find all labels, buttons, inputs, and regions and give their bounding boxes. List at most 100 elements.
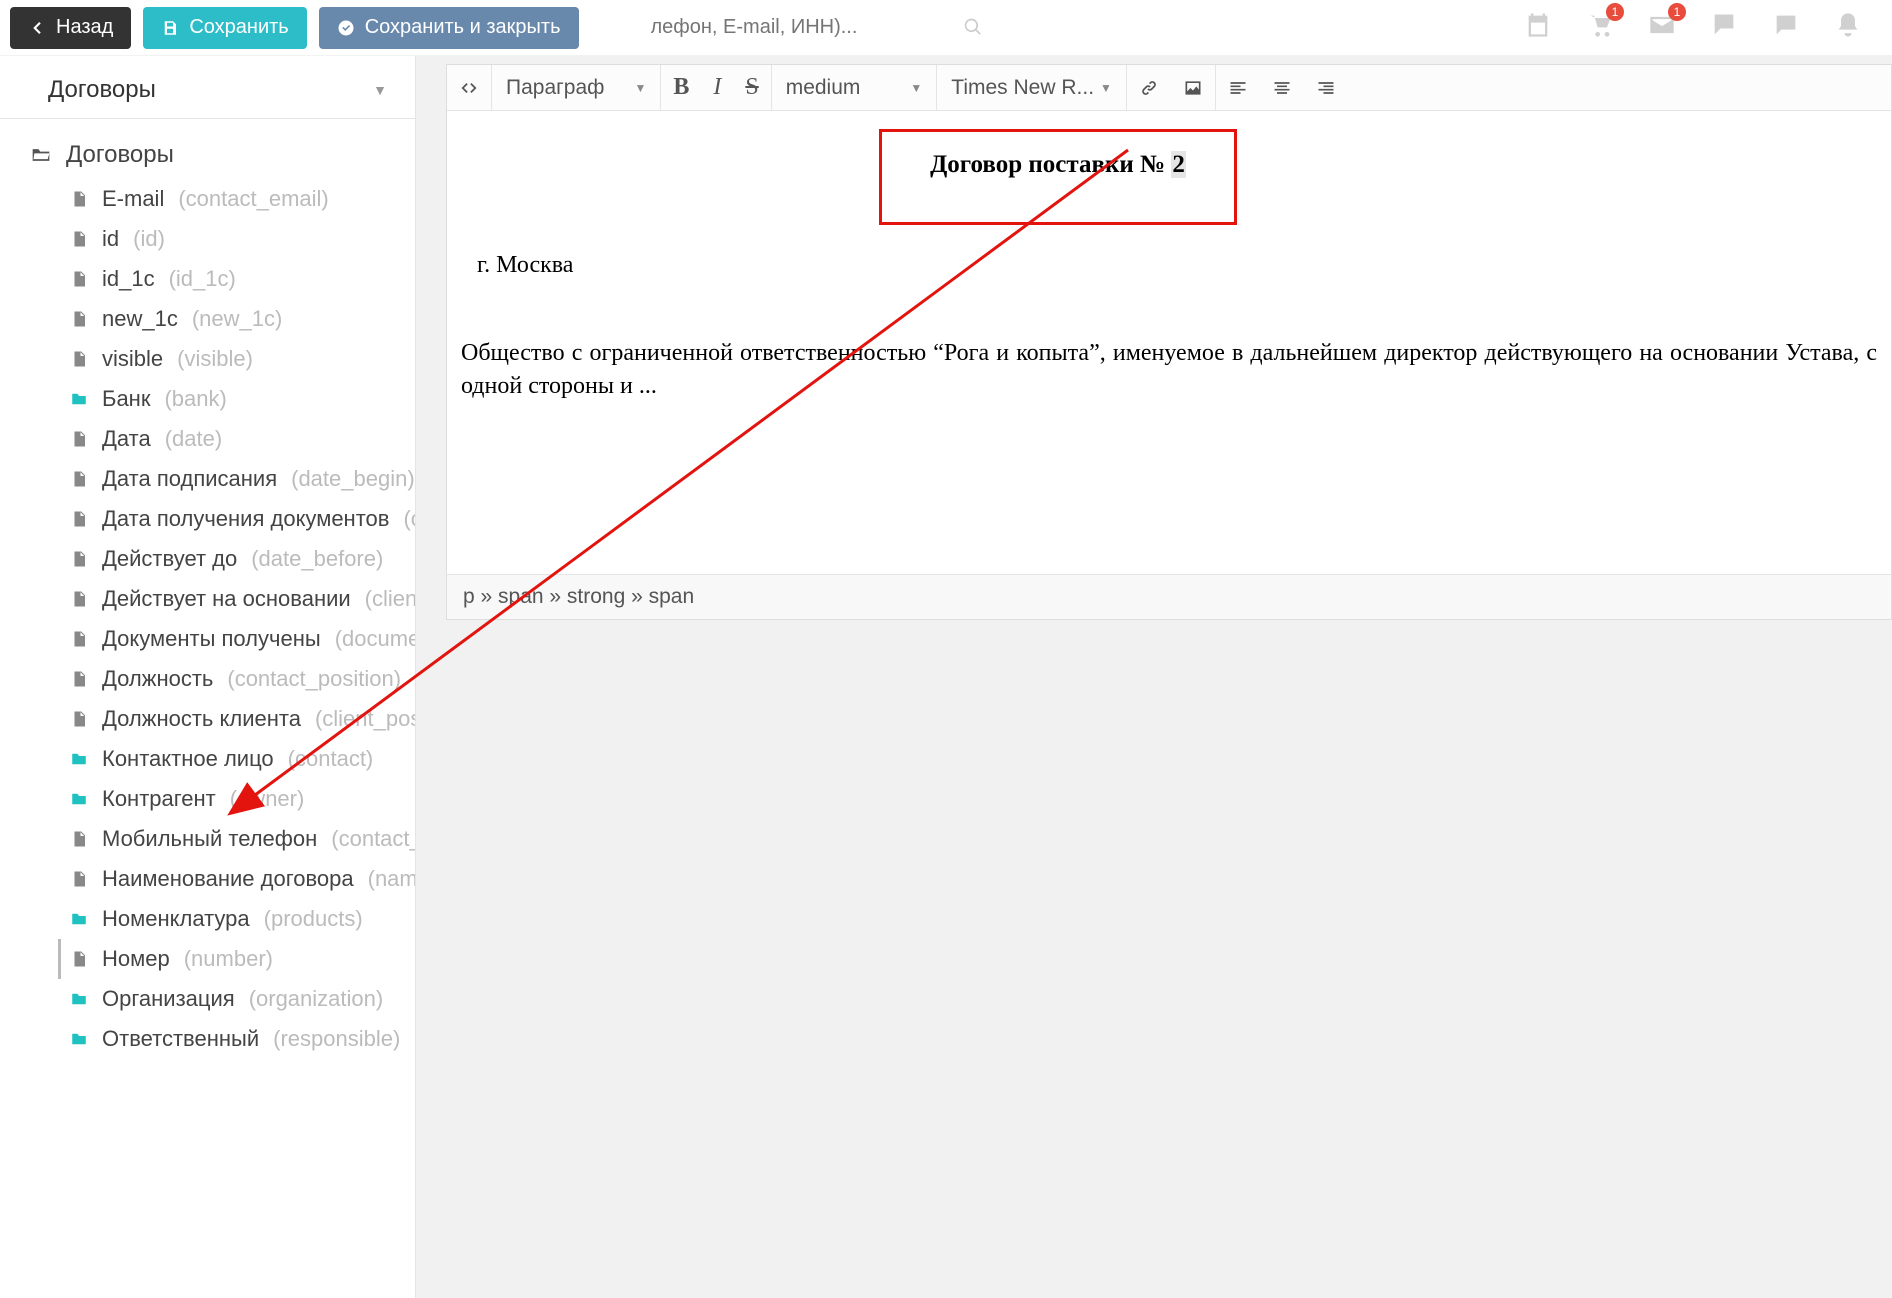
sidebar-item-code: (new_1c) bbox=[192, 305, 282, 333]
sidebar-item-code: (contact_email) bbox=[178, 185, 328, 213]
paragraph-select[interactable]: Параграф▼ bbox=[492, 76, 660, 100]
sidebar-item[interactable]: new_1c (new_1c) bbox=[0, 299, 415, 339]
sidebar-item-label: new_1c bbox=[102, 305, 178, 333]
arrow-left-icon bbox=[28, 19, 46, 37]
editor-toolbar: Параграф▼ B I S medium▼ Times New R...▼ bbox=[447, 65, 1891, 111]
sidebar-item-label: Дата получения документов bbox=[102, 505, 389, 533]
sidebar-item-code: (client_ustav) bbox=[365, 585, 416, 613]
search-icon[interactable] bbox=[963, 17, 983, 43]
sidebar-item[interactable]: Документы получены (document_obtair bbox=[0, 619, 415, 659]
sidebar-item[interactable]: E-mail (contact_email) bbox=[0, 179, 415, 219]
sidebar-item-code: (contact_position) bbox=[227, 665, 401, 693]
sidebar-item-label: id bbox=[102, 225, 119, 253]
paragraph-label: Параграф bbox=[506, 76, 604, 100]
save-close-label: Сохранить и закрыть bbox=[365, 16, 561, 39]
calendar-icon[interactable] bbox=[1524, 11, 1552, 45]
top-icons: 1 1 bbox=[1524, 11, 1862, 45]
sidebar-item-label: Должность bbox=[102, 665, 213, 693]
sidebar-item[interactable]: id_1c (id_1c) bbox=[0, 259, 415, 299]
save-close-button[interactable]: Сохранить и закрыть bbox=[319, 7, 579, 49]
align-left-button[interactable] bbox=[1216, 65, 1260, 111]
sidebar-item[interactable]: Должность клиента (client_position) bbox=[0, 699, 415, 739]
save-label: Сохранить bbox=[189, 16, 288, 39]
sidebar-item[interactable]: Номенклатура (products) bbox=[0, 899, 415, 939]
sidebar-item[interactable]: Дата подписания (date_begin) bbox=[0, 459, 415, 499]
sidebar-item[interactable]: Номер (number) bbox=[0, 939, 415, 979]
sidebar-item[interactable]: Дата получения документов (obtained_ bbox=[0, 499, 415, 539]
sidebar-item-code: (products) bbox=[264, 905, 363, 933]
document-title-box: Договор поставки № 2 bbox=[879, 129, 1237, 225]
sidebar-item-label: E-mail bbox=[102, 185, 164, 213]
sidebar-item[interactable]: visible (visible) bbox=[0, 339, 415, 379]
sidebar-item-label: Дата bbox=[102, 425, 151, 453]
sidebar-list: E-mail (contact_email)id (id)id_1c (id_1… bbox=[0, 179, 415, 1059]
sidebar-item-label: Действует на основании bbox=[102, 585, 351, 613]
sidebar-item[interactable]: Действует до (date_before) bbox=[0, 539, 415, 579]
sidebar-item-label: Контрагент bbox=[102, 785, 216, 813]
save-button[interactable]: Сохранить bbox=[143, 7, 306, 49]
sidebar-item-code: (contact_phone_mobile) bbox=[331, 825, 416, 853]
caret-icon: ▼ bbox=[910, 81, 922, 95]
sidebar-item-code: (date_before) bbox=[251, 545, 383, 573]
document-body[interactable]: Договор поставки № 2 г. Москва Общество … bbox=[447, 111, 1891, 574]
back-label: Назад bbox=[56, 16, 113, 39]
editor-area: Параграф▼ B I S medium▼ Times New R...▼ bbox=[416, 56, 1892, 1298]
sidebar-item[interactable]: Действует на основании (client_ustav) bbox=[0, 579, 415, 619]
italic-button[interactable]: I bbox=[701, 65, 733, 111]
mail-icon[interactable]: 1 bbox=[1648, 11, 1676, 45]
back-button[interactable]: Назад bbox=[10, 7, 131, 49]
editor-statusbar: p » span » strong » span bbox=[447, 574, 1891, 619]
sidebar-item-code: (owner) bbox=[230, 785, 305, 813]
font-size-label: medium bbox=[786, 76, 861, 100]
sidebar-item[interactable]: Дата (date) bbox=[0, 419, 415, 459]
sidebar-header[interactable]: Договоры ▼ bbox=[0, 68, 415, 119]
document-city: г. Москва bbox=[477, 249, 1877, 281]
bell-icon[interactable] bbox=[1834, 11, 1862, 45]
sidebar-item-label: Номер bbox=[102, 945, 170, 973]
chat-icon[interactable] bbox=[1710, 11, 1738, 45]
sidebar-item-code: (contact) bbox=[288, 745, 374, 773]
sidebar-item-code: (id) bbox=[133, 225, 165, 253]
sidebar-item[interactable]: Должность (contact_position) bbox=[0, 659, 415, 699]
code-view-button[interactable] bbox=[447, 65, 491, 111]
caret-icon: ▼ bbox=[1100, 81, 1112, 95]
align-right-button[interactable] bbox=[1304, 65, 1348, 111]
sidebar-item[interactable]: id (id) bbox=[0, 219, 415, 259]
bold-button[interactable]: B bbox=[661, 65, 701, 111]
sidebar-item-code: (date_begin) bbox=[291, 465, 415, 493]
image-button[interactable] bbox=[1171, 65, 1215, 111]
chevron-down-icon: ▼ bbox=[373, 82, 387, 98]
search-bar bbox=[651, 7, 991, 49]
sidebar-item[interactable]: Банк (bank) bbox=[0, 379, 415, 419]
sidebar-item-code: (date) bbox=[165, 425, 222, 453]
sidebar-item-code: (bank) bbox=[164, 385, 226, 413]
save-icon bbox=[161, 19, 179, 37]
font-size-select[interactable]: medium ▼ bbox=[772, 76, 937, 100]
sidebar-item-label: Дата подписания bbox=[102, 465, 277, 493]
sidebar-item-label: Должность клиента bbox=[102, 705, 301, 733]
sidebar-item-code: (responsible) bbox=[273, 1025, 400, 1053]
sidebar-item-label: Документы получены bbox=[102, 625, 321, 653]
sidebar-item[interactable]: Наименование договора (name) bbox=[0, 859, 415, 899]
sidebar-root[interactable]: Договоры bbox=[0, 137, 415, 179]
comment-icon[interactable] bbox=[1772, 11, 1800, 45]
cart-icon[interactable]: 1 bbox=[1586, 11, 1614, 45]
title-prefix: Договор поставки № bbox=[930, 151, 1171, 178]
sidebar: Договоры ▼ Договоры E-mail (contact_emai… bbox=[0, 56, 416, 1298]
sidebar-item[interactable]: Контрагент (owner) bbox=[0, 779, 415, 819]
sidebar-item-code: (organization) bbox=[249, 985, 384, 1013]
sidebar-item[interactable]: Ответственный (responsible) bbox=[0, 1019, 415, 1059]
sidebar-item[interactable]: Мобильный телефон (contact_phone_mobile) bbox=[0, 819, 415, 859]
strike-button[interactable]: S bbox=[733, 65, 770, 111]
font-family-select[interactable]: Times New R...▼ bbox=[937, 76, 1126, 100]
sidebar-item[interactable]: Контактное лицо (contact) bbox=[0, 739, 415, 779]
search-input[interactable] bbox=[651, 16, 991, 39]
sidebar-root-label: Договоры bbox=[66, 141, 174, 169]
topbar: Назад Сохранить Сохранить и закрыть 1 1 bbox=[0, 0, 1892, 56]
sidebar-item-label: Организация bbox=[102, 985, 235, 1013]
sidebar-item[interactable]: Организация (organization) bbox=[0, 979, 415, 1019]
sidebar-item-code: (name) bbox=[368, 865, 416, 893]
link-button[interactable] bbox=[1127, 65, 1171, 111]
align-center-button[interactable] bbox=[1260, 65, 1304, 111]
mail-badge: 1 bbox=[1668, 3, 1686, 21]
